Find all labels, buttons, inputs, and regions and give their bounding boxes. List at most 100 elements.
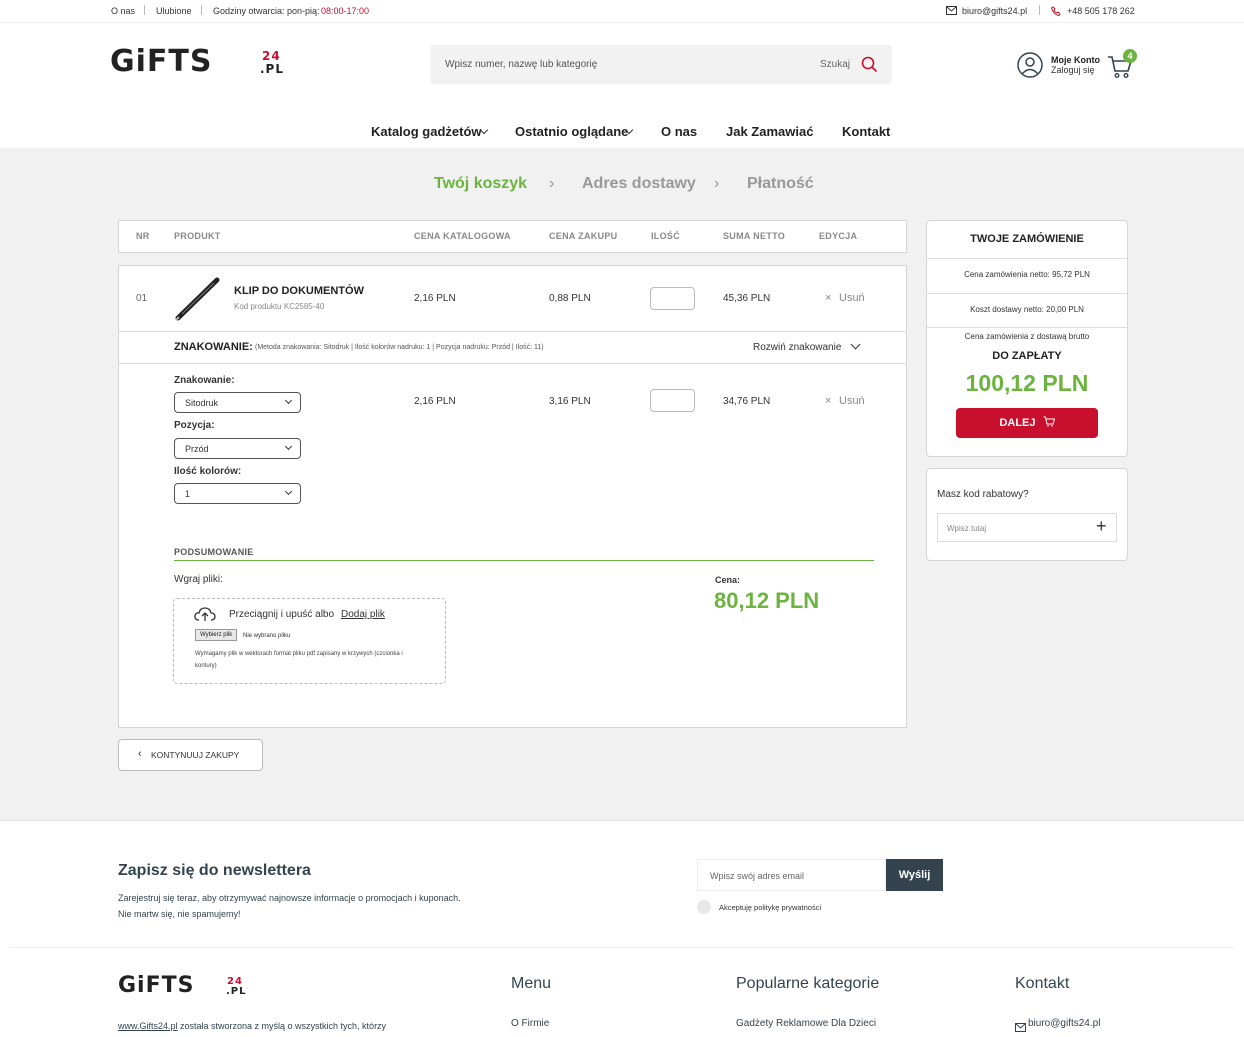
nav-contact[interactable]: Kontakt — [842, 124, 890, 139]
logo-number: 24 — [262, 49, 281, 63]
logo-text: GiFTS — [118, 973, 195, 998]
file-requirements-note-2: kontury) — [195, 663, 217, 669]
table-header — [118, 220, 907, 253]
drop-text: Przeciągnij i upuść albo — [229, 609, 335, 620]
topbar-link-favorites[interactable]: Ulubione — [156, 6, 192, 16]
select-value: Sitodruk — [185, 398, 219, 408]
divider — [927, 258, 1127, 259]
logo[interactable]: GiFTS 24 .PL — [110, 44, 295, 84]
coupon-placeholder: Wpisz tutaj — [947, 524, 987, 533]
catalog-price: 2,16 PLN — [414, 293, 456, 304]
add-file-link[interactable]: Dodaj plik — [341, 609, 385, 620]
newsletter-text-1: Zarejestruj się teraz, aby otrzymywać na… — [118, 893, 461, 903]
footer-menu-item[interactable]: O Firmie — [511, 1018, 549, 1029]
order-total: 100,12 PLN — [965, 370, 1089, 396]
colors-count-select[interactable]: 1 — [174, 483, 301, 504]
step-separator-icon: › — [549, 175, 555, 192]
newsletter-email-input[interactable]: Wpisz swój adres email — [697, 859, 886, 891]
upload-label: Wgraj pliki: — [174, 574, 223, 585]
row-number: 01 — [136, 293, 148, 304]
delivery-cost: Koszt dostawy netto: 20,00 PLN — [970, 305, 1084, 314]
search-bar[interactable]: Wpisz numer, nazwę lub kategorię Szukaj — [430, 45, 892, 84]
header-net-sum: SUMA NETTO — [723, 231, 786, 241]
nav-about[interactable]: O nas — [661, 124, 697, 139]
opening-hours-label: Godziny otwarcia: pon-pią: — [213, 6, 320, 16]
chevron-left-icon: ‹ — [138, 748, 142, 760]
search-input[interactable]: Wpisz numer, nazwę lub kategorię — [445, 59, 597, 70]
footer-category-item[interactable]: Gadżety Reklamowe Dla Dzieci — [736, 1018, 876, 1029]
privacy-label[interactable]: Akceptuję politykę prywatności — [719, 903, 821, 912]
marking-net-sum: 34,76 PLN — [723, 396, 771, 407]
nav-recently-viewed[interactable]: Ostatnio oglądane — [515, 124, 628, 139]
nav-catalog[interactable]: Katalog gadżetów — [371, 124, 482, 139]
purchase-price: 0,88 PLN — [549, 293, 591, 304]
product-image[interactable] — [172, 275, 222, 328]
search-icon[interactable] — [861, 56, 878, 78]
quantity-input[interactable] — [650, 287, 695, 310]
step-cart[interactable]: Twój koszyk — [434, 175, 527, 193]
account-login[interactable]: Zaloguj się — [1051, 65, 1095, 75]
marking-details: (Metoda znakowania: Sitodruk | Ilość kol… — [255, 344, 544, 351]
item-total-price: 80,12 PLN — [714, 588, 820, 613]
close-icon[interactable]: × — [825, 292, 831, 304]
top-bar: O nas Ulubione Godziny otwarcia: pon-pią… — [0, 0, 1244, 22]
choose-file-button[interactable]: Wybierz plik — [195, 629, 238, 641]
no-file-text: Nie wybrano pliku — [243, 633, 291, 639]
divider — [201, 5, 202, 15]
header-purchase-price: CENA ZAKUPU — [549, 231, 618, 241]
net-sum: 45,36 PLN — [723, 293, 771, 304]
colors-count-label: Ilość kolorów: — [174, 466, 242, 477]
newsletter-title: Zapisz się do newslettera — [118, 862, 311, 879]
cart-count-badge: 4 — [1123, 49, 1137, 63]
user-icon[interactable] — [1017, 52, 1043, 83]
coupon-input[interactable]: Wpisz tutaj + — [937, 513, 1117, 542]
mail-icon — [946, 6, 957, 17]
to-pay-label: DO ZAPŁATY — [992, 350, 1062, 362]
next-button[interactable]: DALEJ — [956, 408, 1098, 438]
topbar-email[interactable]: biuro@gifts24.pl — [962, 6, 1027, 16]
divider — [1039, 5, 1040, 15]
nav-how-to-order[interactable]: Jak Zamawiać — [726, 124, 813, 139]
position-select[interactable]: Przód — [174, 438, 301, 459]
gross-price-label: Cena zamówienia z dostawą brutto — [964, 332, 1090, 341]
footer-contact-title: Kontakt — [1015, 975, 1070, 992]
mail-icon — [1015, 1019, 1026, 1037]
newsletter-placeholder: Wpisz swój adres email — [710, 871, 805, 881]
marking-remove-button[interactable]: Usuń — [839, 395, 865, 407]
divider — [10, 947, 1234, 948]
upload-cloud-icon — [194, 606, 216, 627]
footer-logo[interactable]: GiFTS 24 .PL — [118, 973, 253, 1001]
order-summary-title: TWOJE ZAMÓWIENIE — [970, 233, 1084, 245]
step-payment[interactable]: Płatność — [747, 175, 814, 193]
search-button-label[interactable]: Szukaj — [820, 59, 850, 70]
step-separator-icon: › — [714, 175, 720, 192]
close-icon[interactable]: × — [825, 395, 831, 407]
product-name[interactable]: KLIP DO DOKUMENTÓW — [234, 285, 364, 297]
header-edit: EDYCJA — [819, 231, 858, 241]
opening-hours-value: 08:00-17:00 — [321, 6, 370, 16]
newsletter-text-2: Nie martw się, nie spamujemy! — [118, 909, 241, 919]
marking-method-select[interactable]: Sitodruk — [174, 392, 301, 413]
step-address[interactable]: Adres dostawy — [582, 175, 696, 193]
expand-marking-button[interactable]: Rozwiń znakowanie — [753, 342, 841, 353]
marking-quantity-input[interactable] — [650, 389, 695, 412]
select-value: 1 — [185, 489, 191, 499]
footer-menu-title: Menu — [511, 975, 552, 992]
chevron-down-icon — [284, 487, 293, 496]
privacy-checkbox[interactable] — [697, 900, 711, 914]
remove-button[interactable]: Usuń — [839, 292, 865, 304]
header-catalog-price: CENA KATALOGOWA — [414, 231, 511, 241]
topbar-link-about[interactable]: O nas — [111, 6, 135, 16]
topbar-phone[interactable]: +48 505 178 262 — [1067, 6, 1135, 16]
phone-icon — [1050, 6, 1061, 18]
footer-site-link[interactable]: www.Gifts24.pl — [118, 1021, 178, 1031]
newsletter-send-button[interactable]: Wyślij — [886, 859, 943, 891]
divider — [119, 331, 906, 332]
footer-site-text: została stworzona z myślą o wszystkich t… — [180, 1021, 387, 1031]
plus-icon[interactable]: + — [1096, 516, 1107, 537]
cart-icon — [1043, 416, 1055, 427]
footer-email[interactable]: biuro@gifts24.pl — [1028, 1018, 1100, 1029]
continue-shopping-label: KONTYNUUJ ZAKUPY — [151, 750, 240, 760]
product-code: Kod produktu KC2585-40 — [234, 302, 325, 311]
account-title[interactable]: Moje Konto — [1051, 55, 1100, 65]
